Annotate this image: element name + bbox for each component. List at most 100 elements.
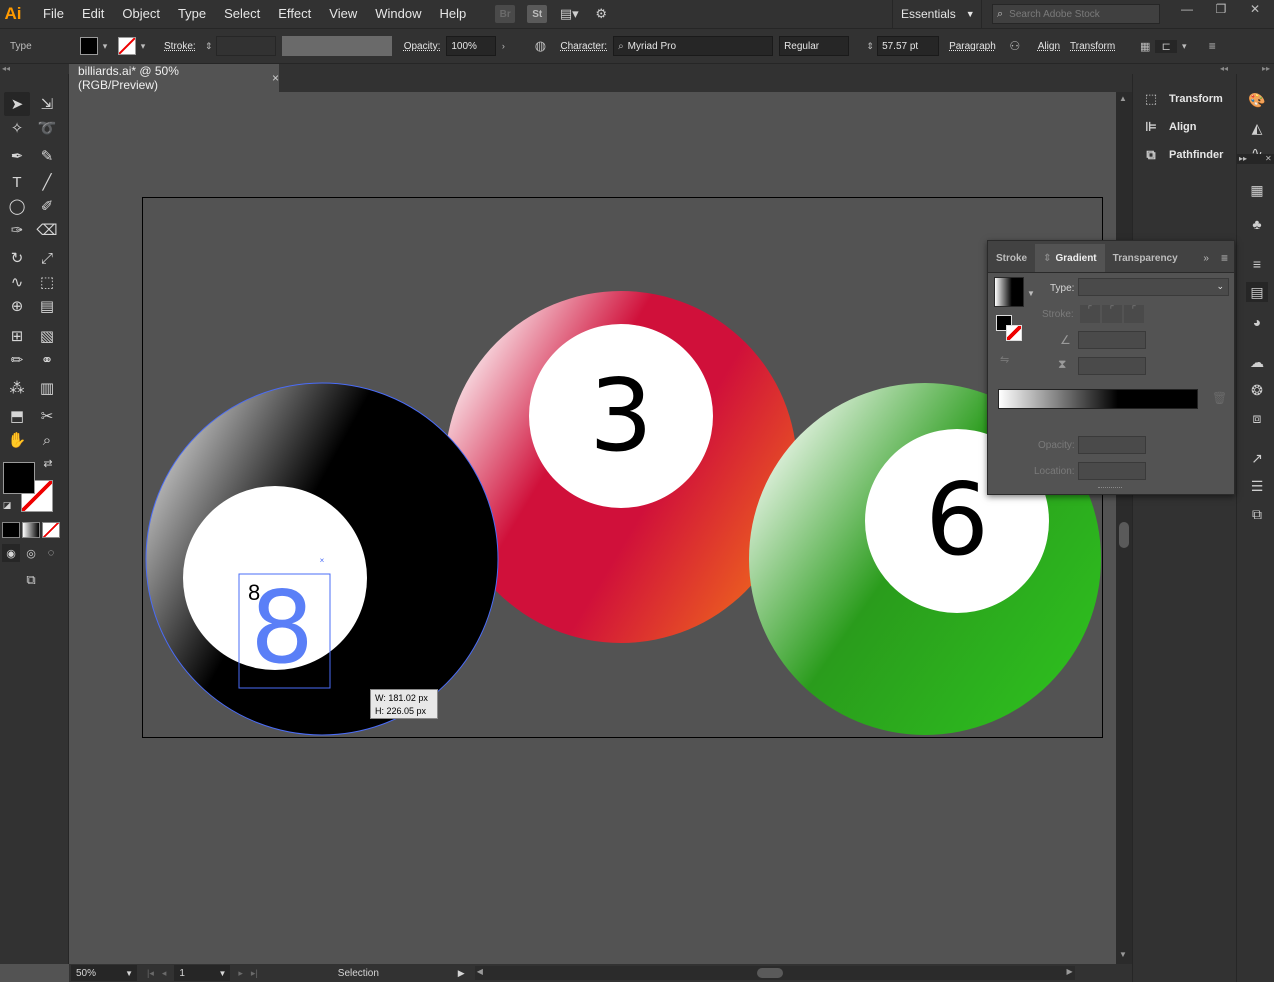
color-guide-icon[interactable]: 🎨 xyxy=(1246,90,1268,110)
transparency-icon[interactable]: ◕ xyxy=(1246,312,1268,332)
dock2-header-bar[interactable]: ▸▸ ✕ xyxy=(1237,154,1274,164)
stroke-across-icon[interactable]: ⌜ xyxy=(1124,305,1144,323)
appearance-icon[interactable]: ◭ xyxy=(1246,118,1268,138)
arrange-documents-icon[interactable]: ▤▾ xyxy=(559,5,579,23)
menu-view[interactable]: View xyxy=(320,0,366,28)
stroke-along-icon[interactable]: ⌜ xyxy=(1102,305,1122,323)
character-label[interactable]: Character: xyxy=(560,41,607,52)
puppet-warp-icon[interactable]: ⚇ xyxy=(1006,39,1024,53)
reverse-gradient-icon[interactable]: ⇋ xyxy=(1000,353,1009,366)
column-graph-tool-icon[interactable]: ▥ xyxy=(34,376,60,400)
direct-selection-tool-icon[interactable]: ⇲ xyxy=(34,92,60,116)
artboard-tool-icon[interactable]: ⬒ xyxy=(4,404,30,428)
stroke-swatch[interactable] xyxy=(118,37,136,55)
stroke-weight-field[interactable] xyxy=(215,36,276,56)
stroke-label[interactable]: Stroke: xyxy=(164,41,196,52)
symbol-sprayer-tool-icon[interactable]: ⁂ xyxy=(4,376,30,400)
opacity-field[interactable]: 100% xyxy=(446,36,497,56)
fill-swatch[interactable] xyxy=(80,37,98,55)
recolor-artwork-icon[interactable]: ◍ xyxy=(530,38,550,54)
zoom-field[interactable]: 50% ▼ xyxy=(71,965,137,981)
close-icon[interactable]: ✕ xyxy=(1238,0,1272,18)
gradient-tool-icon[interactable]: ▧ xyxy=(34,324,60,348)
gradient-opacity-field[interactable] xyxy=(1078,436,1146,454)
paragraph-link[interactable]: Paragraph xyxy=(949,41,996,52)
blend-tool-icon[interactable]: ⚭ xyxy=(34,348,60,372)
restore-icon[interactable]: ❐ xyxy=(1204,0,1238,18)
gradient-type-select[interactable]: ⌄ xyxy=(1078,278,1229,296)
horizontal-scrollbar-thumb[interactable] xyxy=(756,968,783,978)
toolbar-collapse-icon[interactable]: ◂◂ xyxy=(0,64,69,74)
aspect-ratio-field[interactable] xyxy=(1078,357,1146,375)
document-tab[interactable]: billiards.ai* @ 50% (RGB/Preview) × xyxy=(69,64,279,92)
stroke-panel-icon[interactable]: ≡ xyxy=(1246,254,1268,274)
chevron-down-icon[interactable]: ▾ xyxy=(1177,41,1191,52)
pen-tool-icon[interactable]: ✒ xyxy=(4,144,30,168)
line-tool-icon[interactable]: ╱ xyxy=(34,170,60,194)
chevron-right-icon[interactable]: › xyxy=(496,41,510,51)
opacity-label[interactable]: Opacity: xyxy=(404,41,441,52)
artboard-number-field[interactable]: 1 ▼ xyxy=(174,965,231,981)
perspective-grid-tool-icon[interactable]: ▤ xyxy=(34,294,60,318)
fill-color-swatch-front[interactable] xyxy=(3,462,35,494)
search-stock-input[interactable]: ⌕ Search Adobe Stock xyxy=(992,4,1160,24)
chevron-down-icon[interactable]: ▾ xyxy=(136,41,150,52)
zoom-tool-icon[interactable]: ⌕ xyxy=(34,428,60,452)
menu-file[interactable]: File xyxy=(34,0,73,28)
pathfinder-panel-button[interactable]: ⧉ Pathfinder xyxy=(1143,144,1223,166)
shape-builder-tool-icon[interactable]: ⊕ xyxy=(4,294,30,318)
paintbrush-tool-icon[interactable]: ✐ xyxy=(34,194,60,218)
scroll-right-icon[interactable]: ▶ xyxy=(1067,967,1073,976)
shaper-tool-icon[interactable]: ✑ xyxy=(4,218,30,242)
menu-window[interactable]: Window xyxy=(366,0,430,28)
layers-icon[interactable]: ☰ xyxy=(1246,476,1268,496)
none-mode-icon[interactable] xyxy=(42,522,60,538)
default-fill-stroke-icon[interactable]: ◪ xyxy=(0,498,14,512)
hand-tool-icon[interactable]: ✋ xyxy=(4,428,30,452)
minimize-icon[interactable]: — xyxy=(1170,0,1204,18)
workspace-switcher[interactable]: Essentials ▼ xyxy=(892,0,982,28)
panel-menu-icon[interactable]: ≡ xyxy=(1215,244,1234,272)
font-family-field[interactable]: ⌕ Myriad Pro xyxy=(613,36,774,56)
stock-icon[interactable]: St xyxy=(527,5,548,23)
status-menu-icon[interactable]: ▶ xyxy=(458,968,465,979)
menu-object[interactable]: Object xyxy=(113,0,169,28)
first-artboard-icon[interactable]: |◂ xyxy=(147,968,154,979)
menu-help[interactable]: Help xyxy=(430,0,475,28)
close-tab-icon[interactable]: × xyxy=(272,71,279,85)
panel-expand-icon[interactable]: » xyxy=(1197,244,1215,272)
brushes-icon[interactable]: ♣ xyxy=(1246,214,1268,234)
tab-transparency[interactable]: Transparency xyxy=(1105,244,1186,272)
canvas[interactable]: 3 6 8 8 × W: 181.02 px H: 226.05 px xyxy=(69,92,1116,964)
delete-stop-icon[interactable]: 🗑 xyxy=(1212,391,1227,405)
isolate-icon[interactable]: ▦ xyxy=(1135,40,1155,53)
panel-menu-icon[interactable]: ≡ xyxy=(1205,39,1219,53)
scale-tool-icon[interactable]: ⤢ xyxy=(34,246,60,270)
links-icon[interactable]: ⧉ xyxy=(1246,504,1268,524)
tab-stroke[interactable]: Stroke xyxy=(988,244,1035,272)
symbols-icon[interactable]: ❂ xyxy=(1246,380,1268,400)
tab-gradient[interactable]: ⇕ Gradient xyxy=(1035,244,1105,272)
curvature-tool-icon[interactable]: ✎ xyxy=(34,144,60,168)
rotate-tool-icon[interactable]: ↻ xyxy=(4,246,30,270)
stroke-stepper-icon[interactable]: ⇕ xyxy=(202,41,216,52)
stroke-within-icon[interactable]: ⌜ xyxy=(1080,305,1100,323)
dock-collapse-bar[interactable]: ◂◂ ▸▸ xyxy=(1132,64,1274,74)
vertical-scrollbar[interactable]: ▲ ▼ xyxy=(1116,92,1132,964)
chevron-down-icon[interactable]: ▾ xyxy=(98,41,112,52)
angle-field[interactable] xyxy=(1078,331,1146,349)
transform-panel-button[interactable]: ⬚ Transform xyxy=(1143,88,1223,110)
bridge-icon[interactable]: Br xyxy=(495,5,516,23)
transform-link[interactable]: Transform xyxy=(1070,41,1115,52)
gpu-performance-icon[interactable]: ⚙ xyxy=(591,5,611,23)
artwork[interactable]: 3 6 8 8 × xyxy=(69,92,1116,964)
warp-tool-icon[interactable]: ∿ xyxy=(4,270,30,294)
draw-behind-icon[interactable]: ◎ xyxy=(22,544,40,562)
horizontal-scrollbar[interactable]: ◀ ▶ xyxy=(474,966,1075,980)
scroll-left-icon[interactable]: ◀ xyxy=(477,967,483,976)
font-size-stepper-icon[interactable]: ⇕ xyxy=(863,41,877,52)
panel-resize-grip[interactable] xyxy=(1098,487,1122,491)
draw-inside-icon[interactable]: ◌ xyxy=(42,544,60,562)
gradient-preview-thumbnail[interactable] xyxy=(994,277,1024,307)
color-mode-icon[interactable] xyxy=(2,522,20,538)
